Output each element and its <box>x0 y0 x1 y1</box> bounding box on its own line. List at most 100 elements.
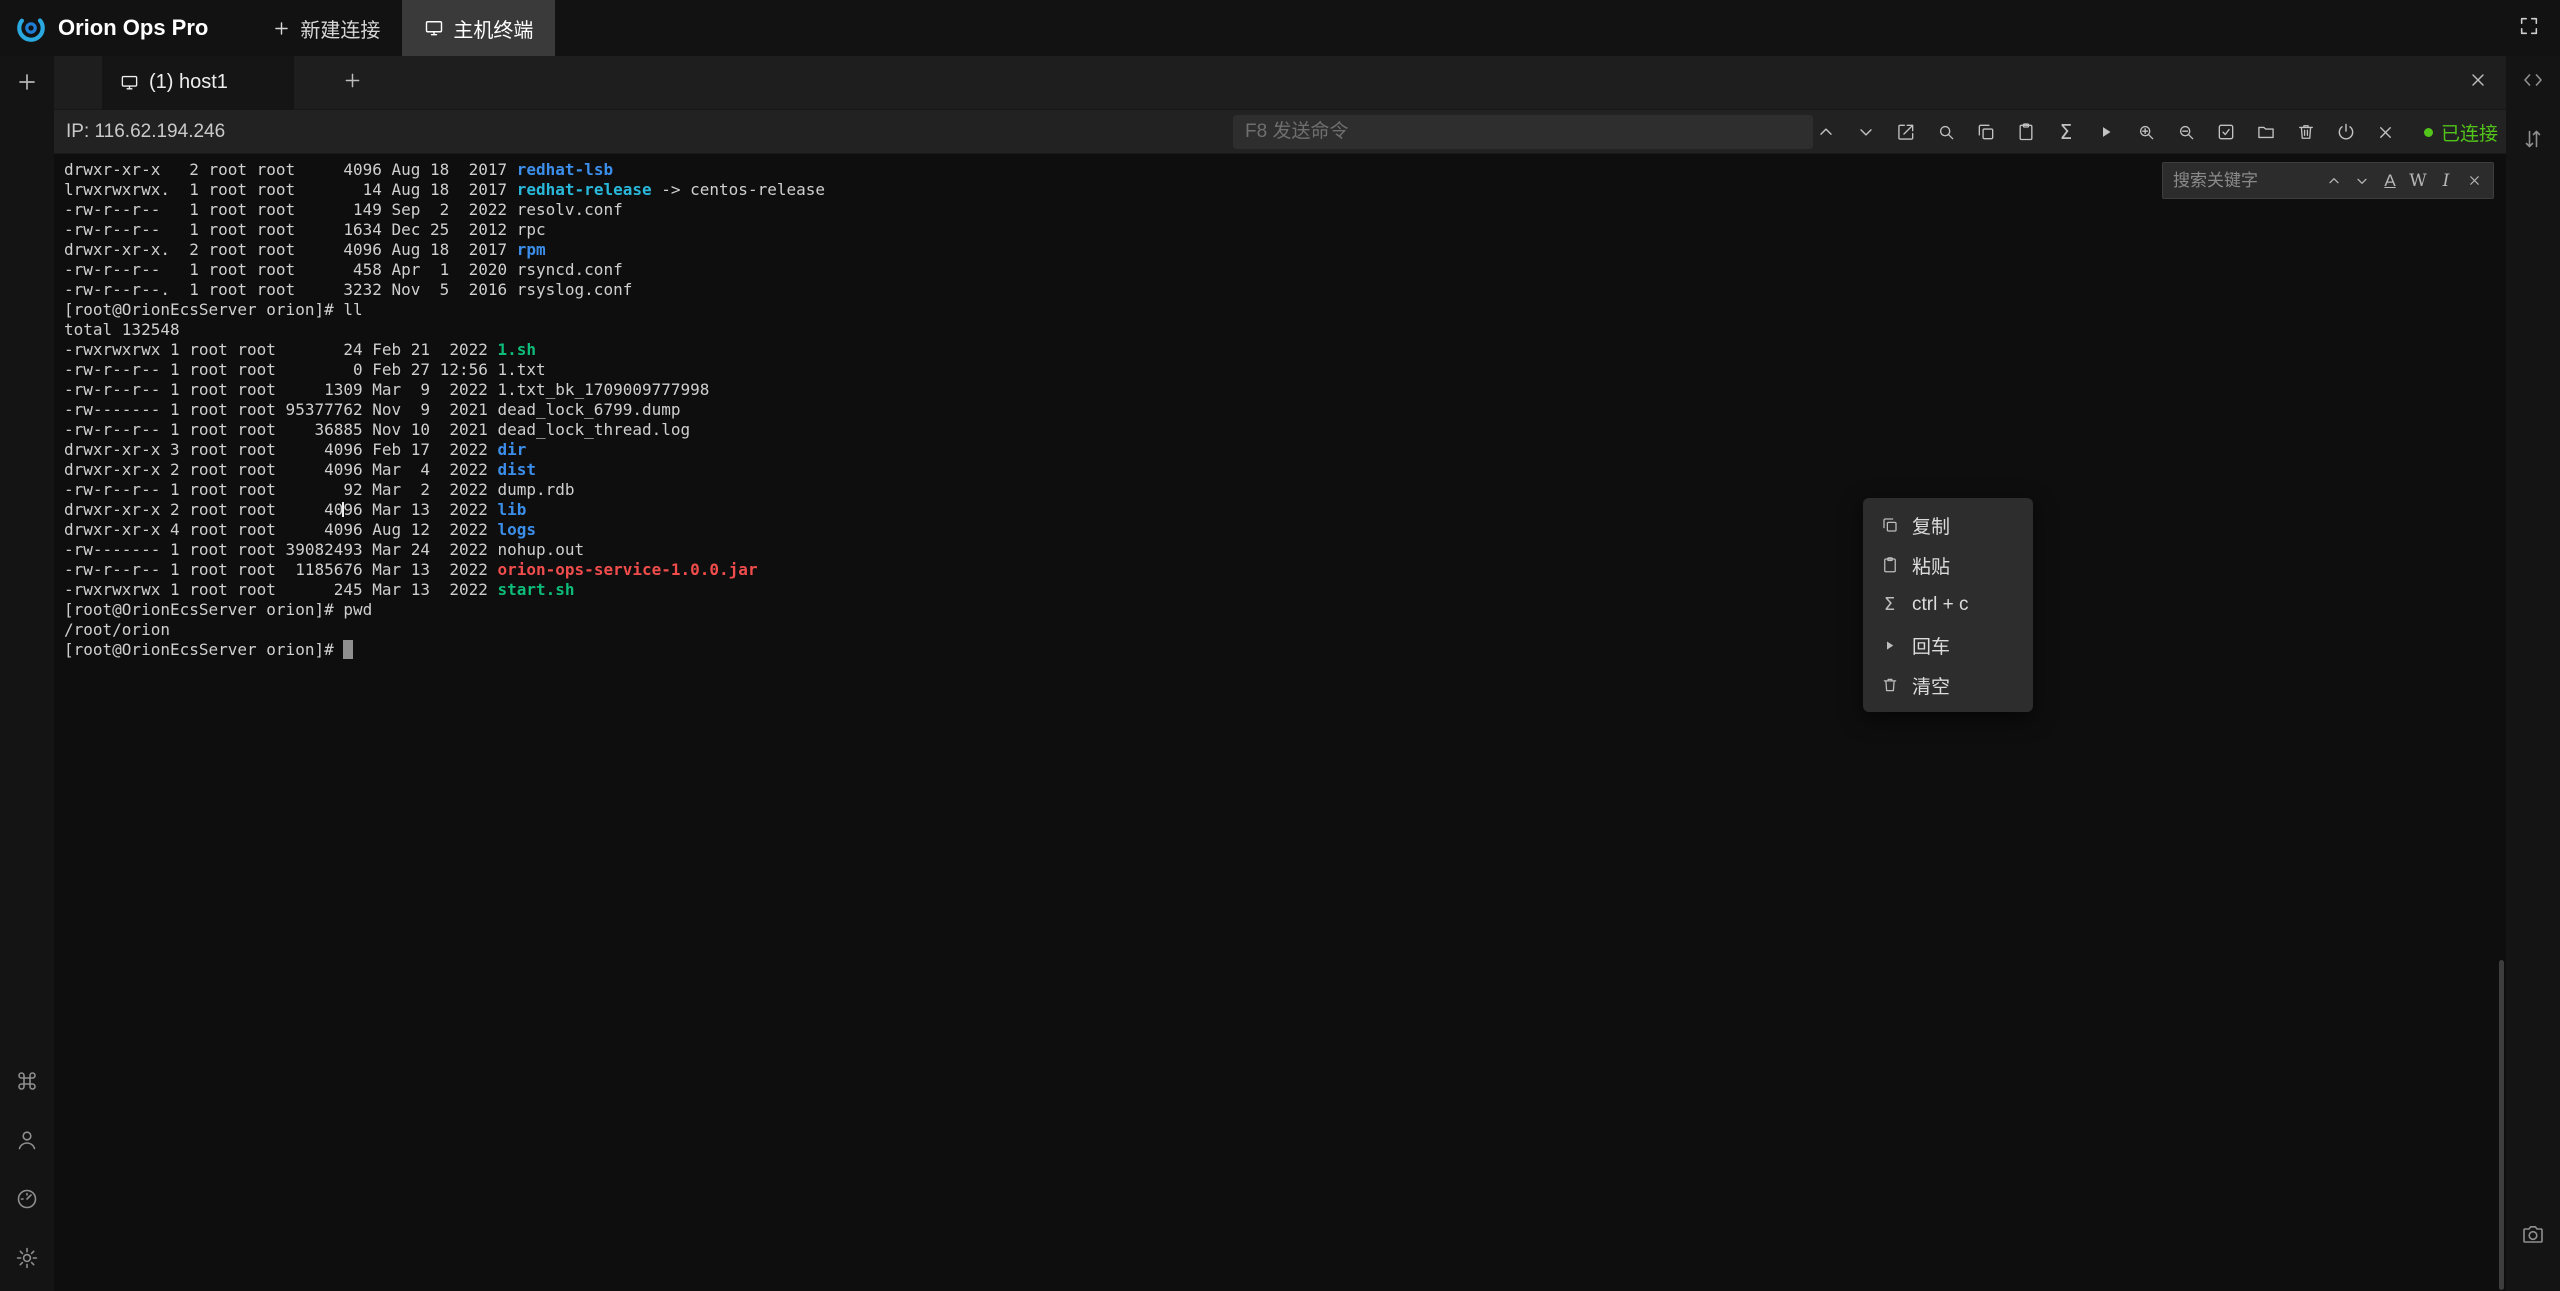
trash-icon <box>2296 122 2316 142</box>
context-menu-enter-label: 回车 <box>1912 632 1950 659</box>
scroll-down-button[interactable] <box>1854 120 1878 144</box>
paste-button[interactable] <box>2014 120 2038 144</box>
top-bar: Orion Ops Pro 新建连接 主机终端 <box>0 0 2560 56</box>
right-sidebar <box>2506 56 2560 1291</box>
batch-command-button[interactable]: Σ <box>2054 120 2078 144</box>
shortcut-command-button[interactable] <box>15 1069 39 1098</box>
terminal-line: -rw-r--r-- 1 root root 36885 Nov 10 2021… <box>64 420 2506 440</box>
close-icon <box>2468 70 2488 90</box>
zoom-out-icon <box>2176 122 2196 142</box>
copy-button[interactable] <box>1974 120 1998 144</box>
context-menu-enter[interactable]: 回车 <box>1863 625 2033 665</box>
close-tabs-button[interactable] <box>2468 70 2488 95</box>
terminal-line: lrwxrwxrwx. 1 root root 14 Aug 18 2017 r… <box>64 180 2506 200</box>
code-panel-button[interactable] <box>2521 68 2545 97</box>
close-icon <box>2467 173 2482 188</box>
menu-new-connection[interactable]: 新建连接 <box>250 0 402 56</box>
search-prev-button[interactable] <box>2321 168 2347 194</box>
scroll-up-button[interactable] <box>1814 120 1838 144</box>
connection-status: 已连接 <box>2424 119 2498 146</box>
context-menu-paste[interactable]: 粘贴 <box>1863 545 2033 585</box>
status-label: 已连接 <box>2441 119 2498 146</box>
new-tab-button[interactable] <box>342 70 363 96</box>
terminal-scrollbar[interactable] <box>2499 960 2504 1290</box>
context-menu-ctrl-c[interactable]: Σ ctrl + c <box>1863 585 2033 625</box>
context-menu-paste-label: 粘贴 <box>1912 552 1950 579</box>
camera-icon <box>2521 1222 2545 1246</box>
paste-icon <box>1880 556 1899 574</box>
file-manager-button[interactable] <box>2254 120 2278 144</box>
clear-terminal-button[interactable] <box>2294 120 2318 144</box>
dashboard-button[interactable] <box>15 1187 39 1216</box>
terminal-line: drwxr-xr-x 2 root root 4096 Mar 4 2022 d… <box>64 460 2506 480</box>
context-menu-clear[interactable]: 清空 <box>1863 665 2033 705</box>
zoom-in-button[interactable] <box>2134 120 2158 144</box>
user-button[interactable] <box>15 1128 39 1157</box>
terminal-search-panel: A W I <box>2162 162 2494 199</box>
terminal-line: -rw-r--r-- 1 root root 92 Mar 2 2022 dum… <box>64 480 2506 500</box>
context-menu-ctrl-c-label: ctrl + c <box>1912 594 1968 616</box>
folder-icon <box>2256 122 2276 142</box>
add-connection-button[interactable] <box>15 70 39 99</box>
run-button[interactable] <box>2094 120 2118 144</box>
settings-button[interactable] <box>15 1246 39 1275</box>
monitor-icon <box>120 73 139 92</box>
menu-host-terminal[interactable]: 主机终端 <box>402 0 555 56</box>
search-close-button[interactable] <box>2461 168 2487 194</box>
arrows-up-down-icon <box>2521 127 2545 151</box>
zoom-out-button[interactable] <box>2174 120 2198 144</box>
scroll-swap-button[interactable] <box>2521 127 2545 156</box>
chevron-down-icon <box>2354 173 2370 189</box>
screenshot-button[interactable] <box>2521 1222 2545 1251</box>
checklist-button[interactable] <box>2214 120 2238 144</box>
terminal-line: -rw-r--r-- 1 root root 1634 Dec 25 2012 … <box>64 220 2506 240</box>
terminal-output[interactable]: drwxr-xr-x 2 root root 4096 Aug 18 2017 … <box>64 160 2506 660</box>
terminal[interactable]: drwxr-xr-x 2 root root 4096 Aug 18 2017 … <box>54 154 2506 1291</box>
trash-icon <box>1880 676 1899 694</box>
gauge-icon <box>15 1187 39 1211</box>
context-menu-copy-label: 复制 <box>1912 512 1950 539</box>
menu-host-terminal-label: 主机终端 <box>453 14 533 43</box>
sigma-icon: Σ <box>1880 596 1899 614</box>
match-case-button[interactable]: A <box>2377 168 2403 194</box>
chevron-up-icon <box>1816 122 1836 142</box>
close-terminal-button[interactable] <box>2374 120 2398 144</box>
user-icon <box>15 1128 39 1152</box>
fullscreen-button[interactable] <box>2518 15 2540 42</box>
open-window-button[interactable] <box>1894 120 1918 144</box>
terminal-line: -rw-r--r-- 1 root root 0 Feb 27 12:56 1.… <box>64 360 2506 380</box>
search-button[interactable] <box>1934 120 1958 144</box>
whole-word-button[interactable]: W <box>2405 168 2431 194</box>
search-input[interactable] <box>2173 171 2319 191</box>
tab-host1[interactable]: (1) host1 <box>102 56 294 110</box>
status-dot-icon <box>2424 128 2433 137</box>
command-icon <box>15 1069 39 1093</box>
copy-icon <box>1976 122 1996 142</box>
copy-icon <box>1880 516 1899 534</box>
terminal-line: [root@OrionEcsServer orion]# <box>64 640 2506 660</box>
gear-icon <box>15 1246 39 1270</box>
checkbox-icon <box>2216 122 2236 142</box>
terminal-line: -rwxrwxrwx 1 root root 24 Feb 21 2022 1.… <box>64 340 2506 360</box>
left-sidebar <box>0 56 54 1291</box>
context-menu: 复制 粘贴 Σ ctrl + c 回车 清空 <box>1863 498 2033 712</box>
ip-label: IP: 116.62.194.246 <box>66 110 225 154</box>
play-icon <box>1880 638 1899 653</box>
regex-button[interactable]: I <box>2433 168 2459 194</box>
context-menu-copy[interactable]: 复制 <box>1863 505 2033 545</box>
app-logo-icon <box>16 13 46 43</box>
command-input[interactable] <box>1233 115 1813 149</box>
tab-bar: (1) host1 <box>54 56 2506 110</box>
disconnect-button[interactable] <box>2334 120 2358 144</box>
terminal-line: [root@OrionEcsServer orion]# ll <box>64 300 2506 320</box>
terminal-line: drwxr-xr-x 3 root root 4096 Feb 17 2022 … <box>64 440 2506 460</box>
terminal-line: -rw-r--r--. 1 root root 3232 Nov 5 2016 … <box>64 280 2506 300</box>
terminal-toolbar: IP: 116.62.194.246 Σ 已连接 <box>54 110 2506 154</box>
terminal-line: drwxr-xr-x 2 root root 4096 Aug 18 2017 … <box>64 160 2506 180</box>
chevron-up-icon <box>2326 173 2342 189</box>
terminal-line: /root/orion <box>64 620 2506 640</box>
menu-new-connection-label: 新建连接 <box>300 14 380 43</box>
terminal-line: drwxr-xr-x 2 root root 4096 Mar 13 2022 … <box>64 500 2506 520</box>
monitor-icon <box>424 18 444 38</box>
search-next-button[interactable] <box>2349 168 2375 194</box>
